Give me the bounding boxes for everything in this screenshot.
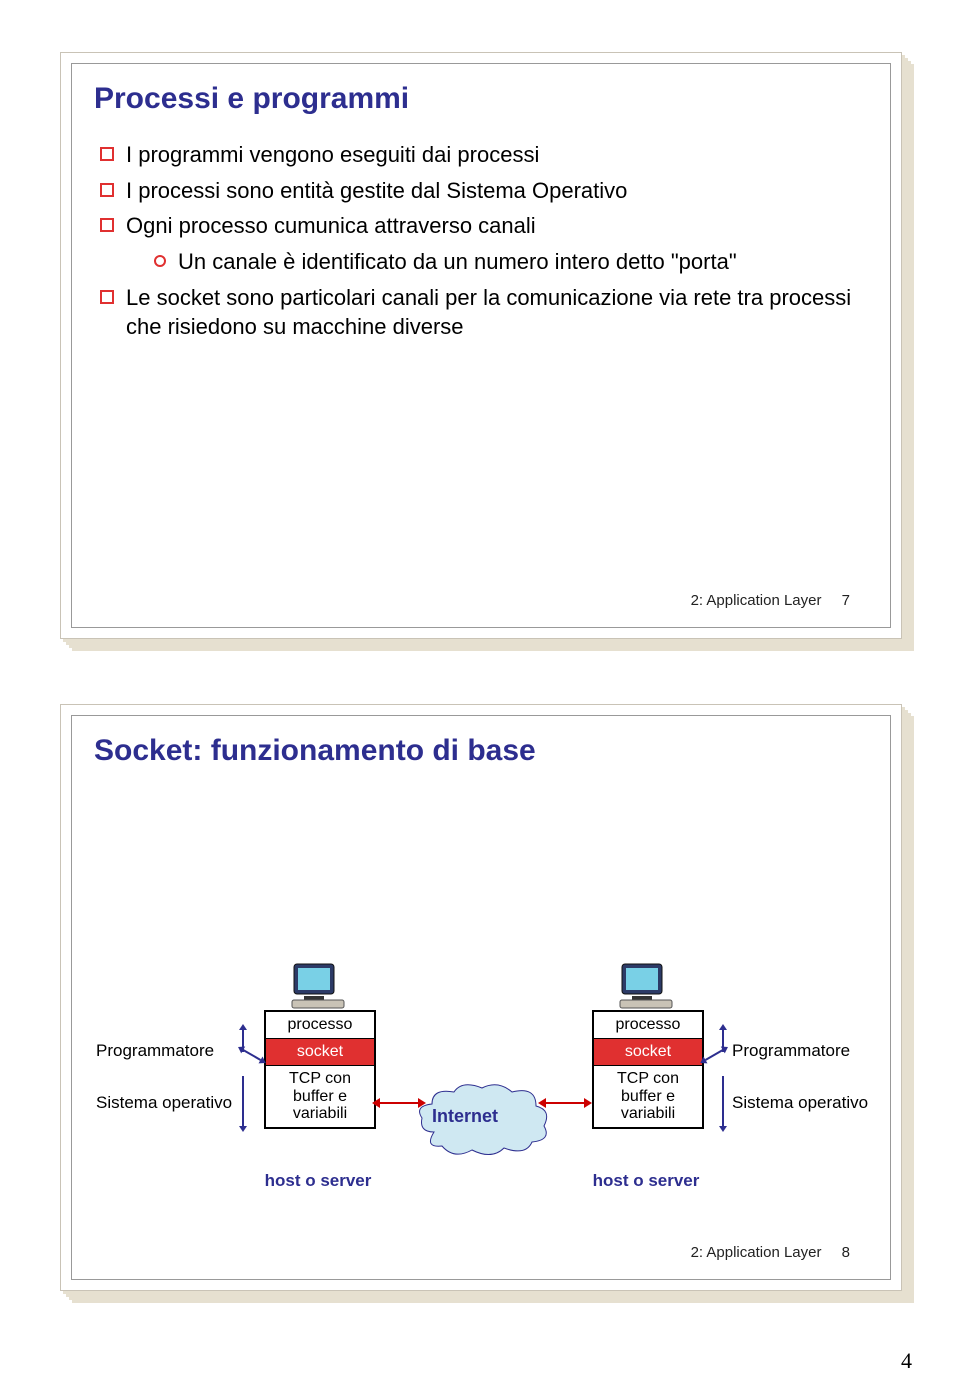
internet-label: Internet <box>432 1106 498 1127</box>
bullet-1-text: I programmi vengono eseguiti dai process… <box>126 140 539 170</box>
red-arrow-icon <box>546 1102 584 1104</box>
label-programmer-right: Programmatore <box>732 1040 892 1062</box>
blue-arrow-icon <box>705 1049 723 1060</box>
slide-1-body: I programmi vengono eseguiti dai process… <box>100 140 870 342</box>
cell-processo-left: processo <box>266 1012 374 1039</box>
circle-bullet-icon <box>154 255 166 267</box>
cell-tcp-left: TCP con buffer e variabili <box>266 1066 374 1127</box>
host-label-right: host o server <box>592 1171 700 1191</box>
page-number: 4 <box>901 1348 912 1374</box>
square-bullet-icon <box>100 147 114 161</box>
slide-1-footer: 2: Application Layer 7 <box>691 592 866 609</box>
bullet-2: I processi sono entità gestite dal Siste… <box>100 176 870 206</box>
right-labels: Programmatore Sistema operativo <box>732 1040 892 1114</box>
slide-2: Socket: funzionamento di base Programmat… <box>60 704 902 1291</box>
computer-icon <box>290 962 346 1010</box>
footer-text: 2: Application Layer <box>691 592 822 609</box>
square-bullet-icon <box>100 183 114 197</box>
square-bullet-icon <box>100 218 114 232</box>
vertical-arrow-icon <box>242 1076 244 1126</box>
label-os-left: Sistema operativo <box>96 1092 246 1114</box>
footer-page: 7 <box>842 592 850 609</box>
slide-2-title: Socket: funzionamento di base <box>94 734 890 768</box>
cell-processo-right: processo <box>594 1012 702 1039</box>
socket-diagram: Programmatore Sistema operativo Programm… <box>72 976 890 1236</box>
red-arrow-icon <box>380 1102 418 1104</box>
square-bullet-icon <box>100 290 114 304</box>
bullet-4: Le socket sono particolari canali per la… <box>100 283 870 342</box>
slide-2-footer: 2: Application Layer 8 <box>691 1244 866 1261</box>
host-box-right: processo socket TCP con buffer e variabi… <box>592 1010 704 1129</box>
bullet-3a-text: Un canale è identificato da un numero in… <box>178 247 737 277</box>
slide-1-title: Processi e programmi <box>94 82 890 116</box>
bullet-4-text: Le socket sono particolari canali per la… <box>126 283 870 342</box>
page: Processi e programmi I programmi vengono… <box>0 0 960 1394</box>
cell-socket-right: socket <box>594 1039 702 1066</box>
slide-2-inner: Socket: funzionamento di base Programmat… <box>71 715 891 1280</box>
left-labels: Programmatore Sistema operativo <box>96 1040 246 1114</box>
cell-socket-left: socket <box>266 1039 374 1066</box>
bullet-1: I programmi vengono eseguiti dai process… <box>100 140 870 170</box>
computer-icon <box>618 962 674 1010</box>
slide-1-inner: Processi e programmi I programmi vengono… <box>71 63 891 628</box>
footer-text: 2: Application Layer <box>691 1244 822 1261</box>
cell-tcp-right: TCP con buffer e variabili <box>594 1066 702 1127</box>
bullet-3a: Un canale è identificato da un numero in… <box>154 247 870 277</box>
host-box-left: processo socket TCP con buffer e variabi… <box>264 1010 376 1129</box>
bullet-3-text: Ogni processo cumunica attraverso canali <box>126 211 536 241</box>
label-os-right: Sistema operativo <box>732 1092 892 1114</box>
host-label-left: host o server <box>264 1171 372 1191</box>
label-programmer-left: Programmatore <box>96 1040 246 1062</box>
bullet-2-text: I processi sono entità gestite dal Siste… <box>126 176 627 206</box>
footer-page: 8 <box>842 1244 850 1261</box>
vertical-arrow-icon <box>722 1076 724 1126</box>
slide-1: Processi e programmi I programmi vengono… <box>60 52 902 639</box>
bullet-3: Ogni processo cumunica attraverso canali <box>100 211 870 241</box>
